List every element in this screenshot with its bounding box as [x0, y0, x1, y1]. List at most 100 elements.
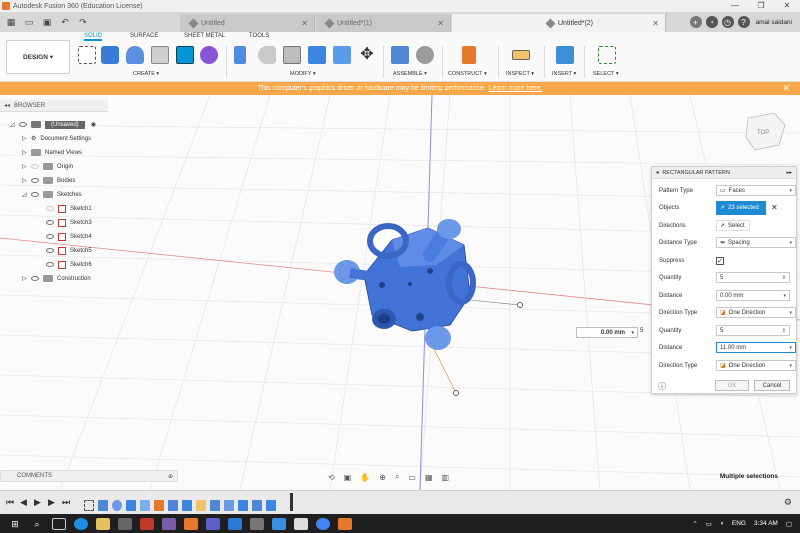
objects-selection-button[interactable]: ➚ 23 selected — [716, 200, 766, 215]
tree-item-sketch4[interactable]: Sketch4 — [46, 230, 92, 243]
expand-arrow-icon[interactable]: ▷ — [22, 275, 28, 283]
create-menu[interactable]: CREATE ▾ — [133, 71, 159, 77]
windows-start-icon[interactable]: ⊞ — [8, 518, 22, 530]
shell-icon[interactable] — [283, 46, 301, 64]
visibility-eye-icon[interactable] — [46, 220, 54, 225]
learn-more-link[interactable]: Learn more here. — [489, 85, 543, 92]
stepper-icon[interactable]: ⇕ — [782, 275, 786, 281]
expand-dialog-icon[interactable]: ▸▸ — [786, 170, 792, 176]
display-settings-icon[interactable]: ▭ — [408, 473, 416, 482]
direction-2-handle[interactable] — [453, 390, 459, 396]
expand-arrow-icon[interactable]: ▷ — [22, 163, 28, 171]
offset-plane-icon[interactable] — [462, 46, 476, 64]
tree-item-document-settings[interactable]: ▷ ⚙ Document Settings — [22, 132, 91, 145]
volume-icon[interactable]: ◖ — [720, 520, 724, 527]
expand-arrow-icon[interactable]: ◿ — [10, 121, 16, 129]
timeline-revolve-icon[interactable] — [112, 500, 122, 511]
timeline-pattern-icon[interactable] — [266, 500, 276, 511]
info-icon[interactable]: ⓘ — [658, 381, 666, 392]
dialog-header[interactable]: ● RECTANGULAR PATTERN ▸▸ — [652, 167, 796, 179]
revolve-icon[interactable] — [151, 46, 169, 64]
timeline-features[interactable] — [84, 493, 294, 511]
timeline-extrude-icon[interactable] — [168, 500, 178, 511]
quantity-2-stepper[interactable]: 5 ⇕ — [716, 325, 790, 336]
chrome-icon[interactable] — [316, 517, 330, 530]
zoom-icon[interactable]: ⊕ — [379, 473, 386, 482]
distance-1-input[interactable]: 0.00 mm ▾ — [716, 290, 790, 301]
assemble-menu[interactable]: ASSEMBLE ▾ — [393, 71, 427, 77]
tree-item-sketches[interactable]: ◿ Sketches — [22, 188, 82, 201]
minimize-button[interactable]: — — [722, 0, 748, 12]
tab-tools[interactable]: TOOLS — [249, 33, 269, 39]
timeline-marker[interactable] — [290, 493, 293, 511]
play-icon[interactable]: ▶ — [34, 497, 41, 508]
move-icon[interactable]: ✥ — [358, 46, 376, 64]
task-view-icon[interactable] — [52, 517, 66, 530]
direction-1-handle[interactable] — [517, 302, 523, 308]
distance-input-box[interactable]: 0.00 mm ▾ — [576, 327, 638, 338]
search-icon[interactable]: ⌕ — [30, 518, 44, 530]
clock[interactable]: 3:34 AM — [754, 520, 778, 527]
quantity-1-stepper[interactable]: 5 ⇕ — [716, 272, 790, 283]
view-cube[interactable]: TOP — [745, 112, 786, 151]
timeline-combine-icon[interactable] — [126, 500, 136, 511]
timeline-move-icon[interactable] — [140, 500, 150, 511]
cancel-button[interactable]: Cancel — [754, 380, 790, 391]
tab-untitled[interactable]: Untitled ✕ — [180, 14, 315, 32]
expand-arrow-icon[interactable]: ▷ — [22, 149, 28, 157]
timeline-extrude-icon[interactable] — [252, 500, 262, 511]
distance-type-select[interactable]: ⇹ Spacing ▾ — [716, 237, 796, 248]
scale-icon[interactable] — [333, 46, 351, 64]
fusion-app-icon[interactable] — [338, 517, 352, 530]
tree-root[interactable]: ◿ (Unsaved) ◉ — [10, 118, 96, 131]
timeline-extrude-icon[interactable] — [210, 500, 220, 511]
visibility-eye-icon[interactable] — [46, 248, 54, 253]
expand-arrow-icon[interactable]: ▷ — [22, 135, 28, 143]
close-tab-icon[interactable]: ✕ — [652, 19, 659, 28]
create-form-icon[interactable] — [101, 46, 119, 64]
visibility-eye-icon[interactable] — [31, 178, 39, 183]
measure-icon[interactable] — [512, 50, 530, 60]
collapse-icon[interactable]: ◂◂ — [4, 102, 10, 109]
close-warning-icon[interactable]: ✕ — [782, 83, 790, 94]
fillet-icon[interactable] — [258, 46, 276, 64]
visibility-eye-icon[interactable] — [31, 192, 39, 197]
tree-item-origin[interactable]: ▷ Origin — [22, 160, 73, 173]
language-indicator[interactable]: ENG — [732, 520, 746, 527]
visibility-eye-icon[interactable] — [46, 262, 54, 267]
app-icon-light[interactable] — [294, 517, 308, 530]
directions-select-button[interactable]: ➚ Select — [716, 220, 750, 231]
joint-icon[interactable] — [416, 46, 434, 64]
timeline-extrude-icon[interactable] — [98, 500, 108, 511]
timeline-pattern-icon[interactable] — [182, 500, 192, 511]
tray-chevron-icon[interactable]: ⌃ — [692, 520, 697, 528]
tree-item-sketch3[interactable]: Sketch3 — [46, 216, 92, 229]
combine-icon[interactable] — [308, 46, 326, 64]
rectangular-pattern-icon[interactable] — [176, 46, 194, 64]
tree-item-bodies[interactable]: ▷ Bodies — [22, 174, 75, 187]
direction-type-2-select[interactable]: ◪ One Direction ▾ — [716, 360, 796, 371]
user-name[interactable]: amal saidani — [756, 19, 793, 26]
create-sketch-icon[interactable] — [78, 46, 96, 64]
tree-item-sketch6[interactable]: Sketch6 — [46, 258, 92, 271]
new-tab-icon[interactable]: + — [689, 16, 702, 28]
ok-button[interactable]: OK — [715, 380, 749, 391]
direction-type-1-select[interactable]: ◪ One Direction ▾ — [716, 307, 796, 318]
job-status-icon[interactable]: ◔ — [705, 16, 718, 28]
visibility-eye-icon[interactable] — [31, 164, 39, 169]
maximize-button[interactable]: ❐ — [748, 0, 774, 12]
network-icon[interactable]: ▭ — [706, 520, 712, 528]
tab-untitled-1[interactable]: Untitled*(1) ✕ — [316, 14, 451, 32]
file-icon[interactable]: ▭ — [22, 15, 36, 29]
distance-2-input[interactable]: 11.00 mm ▾ — [716, 342, 796, 353]
close-tab-icon[interactable]: ✕ — [301, 19, 308, 28]
chevron-down-icon[interactable]: ▾ — [789, 345, 792, 351]
extrude-icon[interactable] — [126, 46, 144, 64]
step-forward-icon[interactable]: ▶ — [48, 497, 55, 508]
notification-center-icon[interactable]: ▢ — [786, 520, 792, 528]
timeline-sketch-icon[interactable] — [84, 500, 94, 511]
expand-arrow-icon[interactable]: ▷ — [22, 177, 28, 185]
fusion-taskbar-icon[interactable] — [184, 517, 198, 530]
select-menu[interactable]: SELECT ▾ — [593, 71, 619, 77]
suppress-checkbox[interactable]: ✓ — [716, 256, 724, 265]
